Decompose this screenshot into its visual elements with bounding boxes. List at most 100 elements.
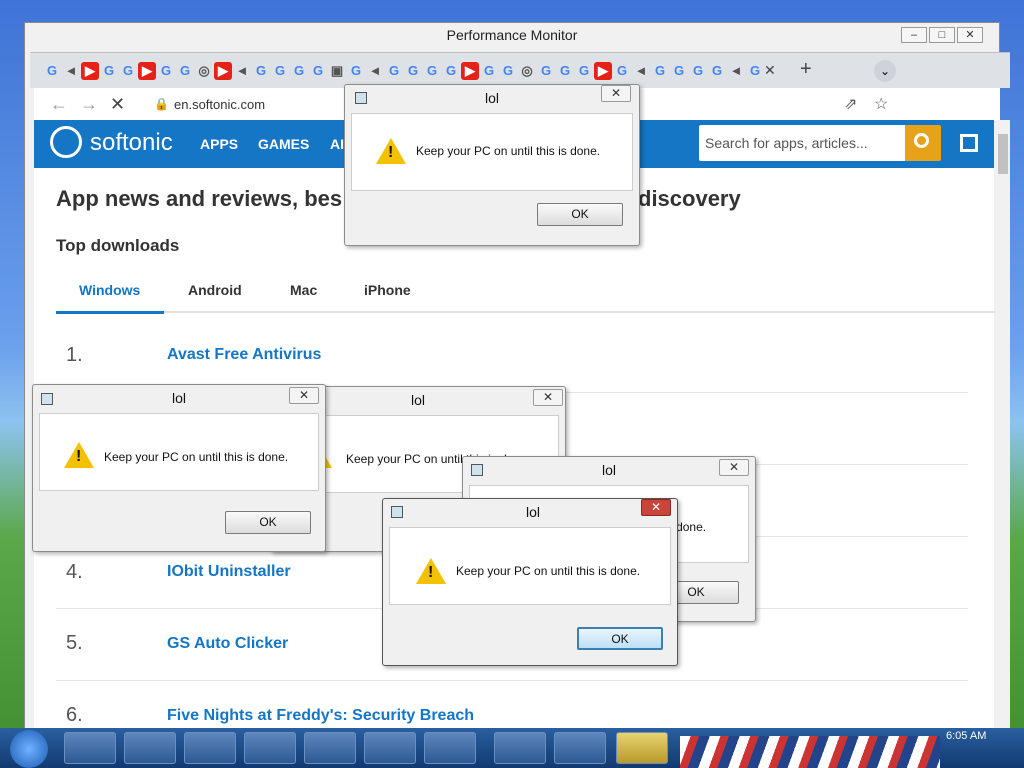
download-link[interactable]: Five Nights at Freddy's: Security Breach: [167, 707, 474, 725]
tab-icon[interactable]: ◄: [233, 62, 251, 80]
google-tab-icon[interactable]: G: [499, 62, 517, 80]
tab-icon[interactable]: ◄: [62, 62, 80, 80]
rank-number: 4.: [66, 561, 83, 583]
dialog-close-button[interactable]: ✕: [533, 389, 563, 406]
tab-icon[interactable]: ◄: [632, 62, 650, 80]
google-tab-icon[interactable]: G: [43, 62, 61, 80]
tab-icon[interactable]: ◎: [518, 62, 536, 80]
softonic-logo-icon[interactable]: [50, 126, 82, 158]
google-tab-icon[interactable]: G: [613, 62, 631, 80]
divider: [56, 680, 968, 681]
new-tab-button[interactable]: +: [800, 58, 812, 81]
nav-apps[interactable]: APPS: [200, 136, 238, 152]
maximize-button[interactable]: □: [929, 27, 955, 43]
scrollbar-thumb[interactable]: [998, 134, 1008, 174]
download-link[interactable]: Avast Free Antivirus: [167, 346, 321, 364]
google-tab-icon[interactable]: G: [746, 62, 762, 80]
youtube-tab-icon[interactable]: ▶: [138, 62, 156, 80]
taskbar-button[interactable]: [64, 732, 116, 764]
taskbar-button[interactable]: [184, 732, 236, 764]
ok-button[interactable]: OK: [537, 203, 623, 226]
taskbar-button[interactable]: [494, 732, 546, 764]
scrollbar[interactable]: [996, 120, 1010, 728]
google-tab-icon[interactable]: G: [708, 62, 726, 80]
google-tab-icon[interactable]: G: [252, 62, 270, 80]
tab-icon[interactable]: ◎: [195, 62, 213, 80]
tab-icon[interactable]: ▣: [328, 62, 346, 80]
alert-dialog: lol ✕ ! Keep your PC on until this is do…: [344, 84, 640, 246]
dialog-close-button[interactable]: ✕: [719, 459, 749, 476]
tab-close-icon[interactable]: ✕: [764, 62, 776, 79]
taskbar-button[interactable]: [244, 732, 296, 764]
forward-icon[interactable]: →: [80, 94, 98, 115]
youtube-tab-icon[interactable]: ▶: [594, 62, 612, 80]
tab-search-button[interactable]: ⌄: [874, 60, 896, 82]
alert-dialog: lol ✕ ! Keep your PC on until this is do…: [32, 384, 326, 552]
search-input[interactable]: Search for apps, articles...: [699, 125, 905, 161]
stop-icon[interactable]: ✕: [110, 94, 125, 115]
bookmark-star-icon[interactable]: ☆: [874, 94, 888, 114]
google-tab-icon[interactable]: G: [404, 62, 422, 80]
page-heading-left: App news and reviews, bes: [56, 186, 343, 211]
dialog-close-button[interactable]: ✕: [601, 85, 631, 102]
share-icon[interactable]: ⇗: [844, 94, 857, 114]
dialog-close-button[interactable]: ✕: [289, 387, 319, 404]
google-tab-icon[interactable]: G: [271, 62, 289, 80]
taskbar: 6:05 AM: [0, 728, 1024, 768]
youtube-tab-icon[interactable]: ▶: [81, 62, 99, 80]
google-tab-icon[interactable]: G: [651, 62, 669, 80]
rank-number: 5.: [66, 632, 83, 654]
tab-icon[interactable]: ◄: [366, 62, 384, 80]
dialog-title: lol: [484, 90, 499, 106]
google-tab-icon[interactable]: G: [309, 62, 327, 80]
tab-windows[interactable]: Windows: [79, 282, 140, 298]
nav-games[interactable]: GAMES: [258, 136, 309, 152]
tab-iphone[interactable]: iPhone: [364, 282, 411, 298]
google-tab-icon[interactable]: G: [442, 62, 460, 80]
google-tab-icon[interactable]: G: [176, 62, 194, 80]
taskbar-button[interactable]: [424, 732, 476, 764]
rank-number: 6.: [66, 704, 83, 726]
google-tab-icon[interactable]: G: [480, 62, 498, 80]
google-tab-icon[interactable]: G: [575, 62, 593, 80]
ok-button[interactable]: OK: [577, 627, 663, 650]
minimize-button[interactable]: –: [901, 27, 927, 43]
download-link[interactable]: GS Auto Clicker: [167, 635, 288, 653]
taskbar-button-active[interactable]: [616, 732, 668, 764]
dialog-body: ! Keep your PC on until this is done.: [39, 413, 319, 491]
google-tab-icon[interactable]: G: [157, 62, 175, 80]
taskbar-button[interactable]: [124, 732, 176, 764]
windows-icon[interactable]: [960, 134, 978, 152]
url-field[interactable]: en.softonic.com: [174, 97, 265, 112]
taskbar-button[interactable]: [364, 732, 416, 764]
tab-icon[interactable]: ◄: [727, 62, 745, 80]
dialog-message: Keep your PC on until this is done.: [104, 450, 289, 464]
tab-mac[interactable]: Mac: [290, 282, 317, 298]
google-tab-icon[interactable]: G: [689, 62, 707, 80]
google-tab-icon[interactable]: G: [423, 62, 441, 80]
google-tab-icon[interactable]: G: [347, 62, 365, 80]
youtube-tab-icon[interactable]: ▶: [214, 62, 232, 80]
dialog-close-button[interactable]: ✕: [641, 499, 671, 516]
tab-android[interactable]: Android: [188, 282, 242, 298]
search-button[interactable]: [905, 125, 941, 161]
ok-button[interactable]: OK: [225, 511, 311, 534]
google-tab-icon[interactable]: G: [670, 62, 688, 80]
taskbar-button[interactable]: [554, 732, 606, 764]
google-tab-icon[interactable]: G: [100, 62, 118, 80]
google-tab-icon[interactable]: G: [290, 62, 308, 80]
site-logo[interactable]: softonic: [90, 129, 173, 157]
back-icon[interactable]: ←: [50, 94, 68, 115]
clock[interactable]: 6:05 AM: [946, 730, 986, 742]
nav-ai[interactable]: AI: [330, 136, 344, 152]
close-button[interactable]: ✕: [957, 27, 983, 43]
taskbar-button[interactable]: [304, 732, 356, 764]
download-link[interactable]: IObit Uninstaller: [167, 563, 291, 581]
google-tab-icon[interactable]: G: [556, 62, 574, 80]
google-tab-icon[interactable]: G: [385, 62, 403, 80]
google-tab-icon[interactable]: G: [119, 62, 137, 80]
youtube-tab-icon[interactable]: ▶: [461, 62, 479, 80]
start-button[interactable]: [10, 730, 48, 768]
dialog-title: lol: [171, 390, 186, 406]
google-tab-icon[interactable]: G: [537, 62, 555, 80]
